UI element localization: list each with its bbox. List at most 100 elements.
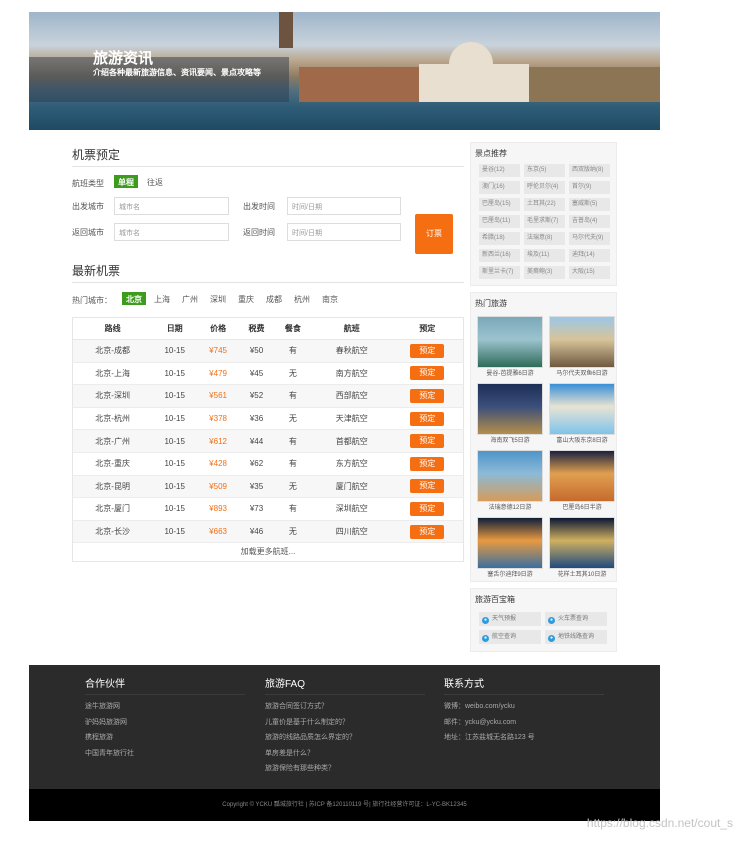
book-button[interactable]: 预定 (410, 434, 445, 449)
book-button[interactable]: 预定 (410, 366, 445, 381)
tool-link[interactable]: ● 天气预报 (479, 612, 541, 626)
tours-title: 热门旅游 (475, 299, 507, 308)
tour-image[interactable] (549, 316, 615, 368)
cell-price: ¥428 (197, 452, 240, 476)
tour-image[interactable] (549, 450, 615, 502)
tour-caption[interactable]: 巴厘岛6日半游 (549, 502, 615, 514)
city-tab-0[interactable]: 北京 (122, 292, 146, 305)
contact-item: 邮件：ycku@ycku.com (444, 718, 517, 726)
spots-title: 景点推荐 (475, 149, 507, 158)
cell-price: ¥663 (197, 520, 240, 544)
tour-card[interactable]: 花样土耳其10日游 (549, 517, 615, 581)
spot-link[interactable]: 呼伦贝尔(4) (524, 181, 565, 194)
spot-link[interactable]: 曼谷(12) (479, 164, 520, 177)
depart-city-label: 出发城市 (72, 202, 104, 211)
tour-card[interactable]: 海南双飞5日游 (477, 383, 543, 447)
spot-link[interactable]: 吉普岛(4) (569, 215, 610, 228)
city-tab-1[interactable]: 上海 (150, 292, 174, 305)
tour-card[interactable]: 巴厘岛6日半游 (549, 450, 615, 514)
tour-image[interactable] (549, 383, 615, 435)
spot-link[interactable]: 大阪(15) (569, 266, 610, 279)
return-time-input[interactable]: 时间/日期 (287, 223, 401, 241)
tour-caption[interactable]: 塞舌尔迪拜9日游 (477, 569, 543, 581)
spot-link[interactable]: 塞威斯(5) (569, 198, 610, 211)
round-trip-option[interactable]: 往返 (143, 175, 167, 188)
partner-link[interactable]: 中国青年旅行社 (85, 748, 245, 764)
tour-card[interactable]: 法瑞意德12日游 (477, 450, 543, 514)
spot-link[interactable]: 美裔鲍(3) (524, 266, 565, 279)
city-tab-7[interactable]: 南京 (318, 292, 342, 305)
cell-airline: 东方航空 (311, 452, 392, 476)
book-button[interactable]: 预定 (410, 411, 445, 426)
tour-caption[interactable]: 花样土耳其10日游 (549, 569, 615, 581)
tour-caption[interactable]: 曼谷-芭提雅6日游 (477, 368, 543, 380)
return-city-input[interactable]: 城市名 (114, 223, 229, 241)
spot-link[interactable]: 马尔代夫(9) (569, 232, 610, 245)
cell-airline: 天津航空 (311, 407, 392, 431)
tour-card[interactable]: 马尔代夫双鱼6日游 (549, 316, 615, 380)
tour-image[interactable] (477, 383, 543, 435)
spot-link[interactable]: 法瑞意(8) (524, 232, 565, 245)
tour-caption[interactable]: 海南双飞5日游 (477, 435, 543, 447)
tour-caption[interactable]: 富山大阪东京8日游 (549, 435, 615, 447)
spot-link[interactable]: 埃及(11) (524, 249, 565, 262)
one-way-option[interactable]: 单程 (114, 175, 138, 188)
book-button[interactable]: 预定 (410, 501, 445, 516)
tour-card[interactable]: 富山大阪东京8日游 (549, 383, 615, 447)
city-tab-2[interactable]: 广州 (178, 292, 202, 305)
spot-link[interactable]: 土耳其(22) (524, 198, 565, 211)
tour-caption[interactable]: 马尔代夫双鱼6日游 (549, 368, 615, 380)
tour-image[interactable] (549, 517, 615, 569)
tool-link[interactable]: ● 航空查询 (479, 630, 541, 644)
tower-shape (279, 12, 293, 48)
city-tab-3[interactable]: 深圳 (206, 292, 230, 305)
tour-card[interactable]: 曼谷-芭提雅6日游 (477, 316, 543, 380)
tool-link[interactable]: ● 火车票查询 (545, 612, 607, 626)
contact-column: 联系方式 微博：weibo.com/ycku 邮件：ycku@ycku.com 地址… (444, 675, 604, 748)
partners-title: 合作伙伴 (85, 675, 245, 695)
faq-link[interactable]: 单房差是什么？ (265, 748, 425, 764)
spot-link[interactable]: 希腊(18) (479, 232, 520, 245)
city-tab-6[interactable]: 杭州 (290, 292, 314, 305)
spot-link[interactable]: 澳门(16) (479, 181, 520, 194)
book-ticket-button[interactable]: 订票 (415, 214, 453, 254)
partner-link[interactable]: 途牛旅游网 (85, 701, 245, 717)
cell-meal: 无 (273, 520, 312, 544)
tour-caption[interactable]: 法瑞意德12日游 (477, 502, 543, 514)
city-tab-5[interactable]: 成都 (262, 292, 286, 305)
spot-link[interactable]: 巴厘岛(15) (479, 198, 520, 211)
partner-link[interactable]: 驴妈妈旅游网 (85, 717, 245, 733)
faq-link[interactable]: 旅游保险有那些种类？ (265, 763, 425, 779)
depart-time-input[interactable]: 时间/日期 (287, 197, 401, 215)
tour-image[interactable] (477, 517, 543, 569)
faq-link[interactable]: 旅游的线路品质怎么界定的？ (265, 732, 425, 748)
spot-link[interactable]: 迪拜(14) (569, 249, 610, 262)
cell-route: 北京-厦门 (72, 497, 153, 521)
spot-link[interactable]: 西双版纳(8) (569, 164, 610, 177)
spot-link[interactable]: 新西兰(16) (479, 249, 520, 262)
book-button[interactable]: 预定 (410, 456, 445, 471)
tool-link[interactable]: ● 地铁线路查询 (545, 630, 607, 644)
depart-city-input[interactable]: 城市名 (114, 197, 229, 215)
cell-airline: 西部航空 (311, 384, 392, 408)
tour-image[interactable] (477, 450, 543, 502)
spot-link[interactable]: 东京(5) (524, 164, 565, 177)
spot-link[interactable]: 毛里求斯(7) (524, 215, 565, 228)
book-button[interactable]: 预定 (410, 524, 445, 539)
spot-link[interactable]: 巴厘岛(11) (479, 215, 520, 228)
cell-route: 北京-重庆 (72, 452, 153, 476)
tour-image[interactable] (477, 316, 543, 368)
tour-card[interactable]: 塞舌尔迪拜9日游 (477, 517, 543, 581)
city-tab-4[interactable]: 重庆 (234, 292, 258, 305)
faq-link[interactable]: 旅游合同签订方式？ (265, 701, 425, 717)
spot-link[interactable]: 斯里兰卡(7) (479, 266, 520, 279)
book-button[interactable]: 预定 (410, 343, 445, 358)
partner-link[interactable]: 携程旅游 (85, 732, 245, 748)
faq-link[interactable]: 儿童价是基于什么制定的？ (265, 717, 425, 733)
load-more-link[interactable]: 加载更多航班... (72, 542, 464, 562)
spot-link[interactable]: 首尔(9) (569, 181, 610, 194)
book-button[interactable]: 预定 (410, 479, 445, 494)
cell-airline: 深圳航空 (311, 497, 392, 521)
cell-meal: 无 (273, 475, 312, 499)
book-button[interactable]: 预定 (410, 388, 445, 403)
